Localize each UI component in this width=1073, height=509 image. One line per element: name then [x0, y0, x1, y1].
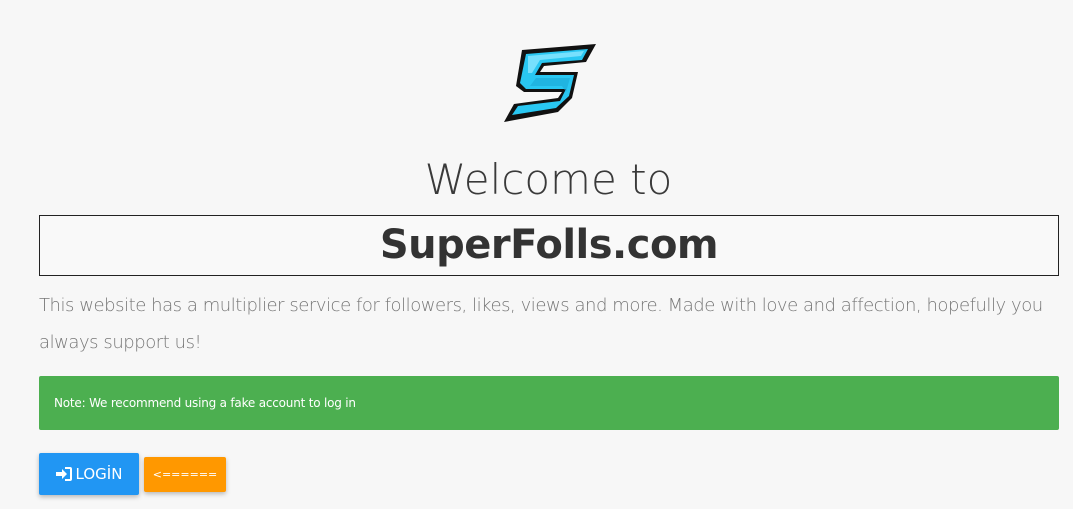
site-logo: [500, 42, 598, 124]
superfolls-s-logo-icon: [504, 44, 596, 122]
welcome-heading: Welcome to: [424, 155, 673, 204]
back-button-label: <======: [152, 468, 218, 481]
page: Welcome to SuperFolls.com This website h…: [0, 0, 1073, 509]
login-button[interactable]: LOGİN: [39, 453, 139, 495]
note-alert: Note: We recommend using a fake account …: [39, 376, 1059, 430]
site-name-box: SuperFolls.com: [39, 215, 1059, 276]
sign-in-icon: [55, 467, 72, 481]
back-button[interactable]: <======: [144, 457, 226, 492]
login-button-label: LOGİN: [75, 465, 123, 483]
site-description: This website has a multiplier service fo…: [39, 295, 1043, 353]
site-name: SuperFolls.com: [379, 222, 719, 268]
note-text: Note: We recommend using a fake account …: [54, 396, 356, 410]
